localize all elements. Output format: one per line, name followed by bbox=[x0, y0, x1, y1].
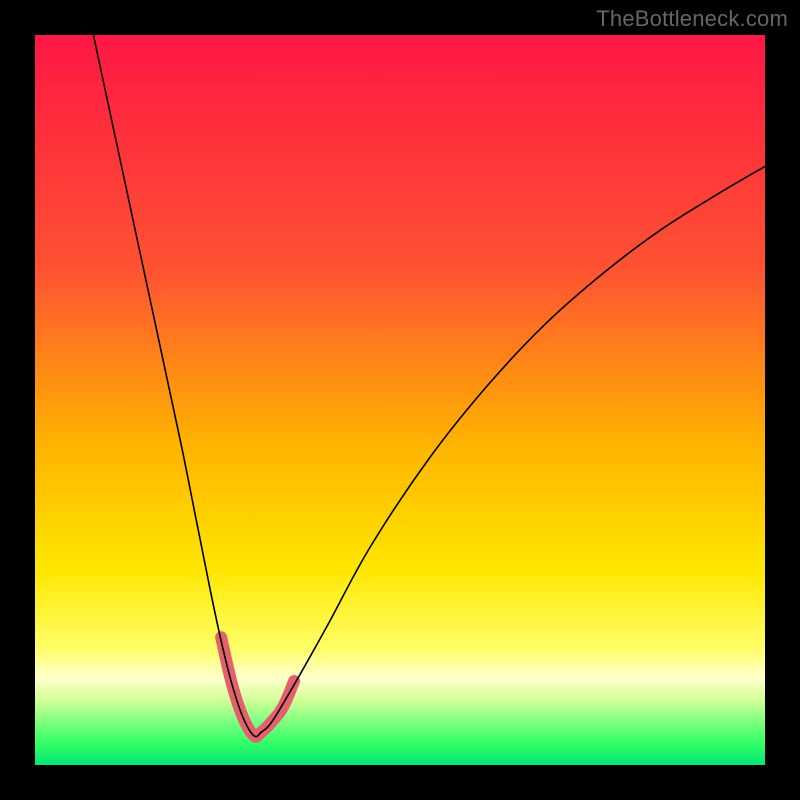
chart-stage: TheBottleneck.com bbox=[0, 0, 800, 800]
watermark-label: TheBottleneck.com bbox=[596, 6, 788, 32]
bottleneck-curve bbox=[93, 35, 765, 737]
plot-area bbox=[35, 35, 765, 765]
curve-layer bbox=[35, 35, 765, 765]
